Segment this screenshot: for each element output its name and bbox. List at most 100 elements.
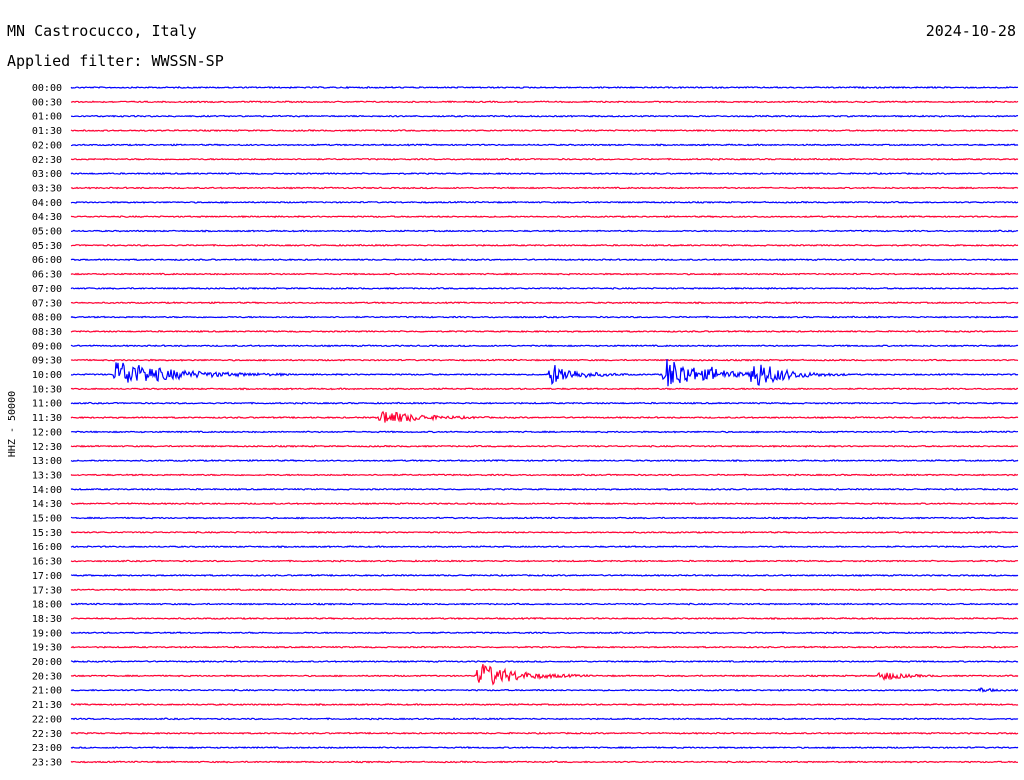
trace-line xyxy=(70,200,1019,204)
row-time-label: 04:00 xyxy=(32,198,62,209)
row-time-label: 19:30 xyxy=(32,643,62,654)
row-time-label: 14:00 xyxy=(32,485,62,496)
trace-line xyxy=(70,573,1019,577)
row-time-label: 03:00 xyxy=(32,169,62,180)
trace-line xyxy=(70,171,1019,176)
row-time-label: 02:30 xyxy=(32,155,62,166)
trace-line xyxy=(70,315,1019,319)
row-time-label: 00:00 xyxy=(32,83,62,94)
trace-line xyxy=(70,229,1019,233)
trace-line xyxy=(70,631,1019,635)
trace-line xyxy=(70,272,1019,276)
row-time-label: 10:00 xyxy=(32,370,62,381)
trace-rows: 00:00 00:30 01:00 01:30 02:00 02:30 03:00 03:30… xyxy=(32,83,1019,768)
row-time-label: 13:30 xyxy=(32,470,62,481)
row-time-label: 12:00 xyxy=(32,427,62,438)
trace-line xyxy=(70,410,1019,423)
row-time-label: 20:30 xyxy=(32,671,62,682)
row-time-label: 01:30 xyxy=(32,126,62,137)
row-time-label: 00:30 xyxy=(32,97,62,108)
row-time-label: 07:00 xyxy=(32,284,62,295)
row-time-label: 19:00 xyxy=(32,628,62,639)
trace-line xyxy=(70,559,1019,563)
row-time-label: 23:00 xyxy=(32,743,62,754)
trace-line xyxy=(70,286,1019,290)
trace-line xyxy=(70,430,1019,434)
trace-line xyxy=(70,258,1019,262)
trace-line xyxy=(70,502,1019,506)
row-time-label: 02:00 xyxy=(32,140,62,151)
station-title: MN Castrocucco, Italy xyxy=(7,22,197,40)
trace-line xyxy=(70,731,1019,735)
trace-line xyxy=(70,487,1019,491)
trace-line xyxy=(70,516,1018,520)
trace-line xyxy=(70,660,1019,664)
row-time-label: 18:30 xyxy=(32,614,62,625)
row-time-label: 10:30 xyxy=(32,384,62,395)
row-time-label: 01:00 xyxy=(32,112,62,123)
channel-axis-label: HHZ - 50000 xyxy=(7,391,18,457)
trace-line xyxy=(70,358,1019,362)
trace-line xyxy=(70,703,1019,707)
trace-line xyxy=(70,663,1019,686)
trace-line xyxy=(70,329,1019,334)
trace-line xyxy=(70,114,1019,118)
row-time-label: 14:30 xyxy=(32,499,62,510)
trace-line xyxy=(70,387,1019,391)
row-time-label: 11:30 xyxy=(32,413,62,424)
row-time-label: 11:00 xyxy=(32,399,62,410)
trace-line xyxy=(70,459,1019,463)
row-time-label: 09:30 xyxy=(32,356,62,367)
trace-line xyxy=(70,100,1019,104)
row-time-label: 03:30 xyxy=(32,183,62,194)
row-time-label: 22:30 xyxy=(32,729,62,740)
trace-line xyxy=(70,473,1019,477)
trace-line xyxy=(70,215,1019,219)
trace-line xyxy=(70,687,1019,693)
trace-line xyxy=(70,616,1019,621)
trace-line xyxy=(70,530,1019,534)
trace-line xyxy=(70,545,1019,549)
trace-line xyxy=(70,344,1019,348)
trace-line xyxy=(70,444,1019,448)
row-time-label: 07:30 xyxy=(32,298,62,309)
row-time-label: 15:00 xyxy=(32,514,62,525)
row-time-label: 13:00 xyxy=(32,456,62,467)
row-time-label: 04:30 xyxy=(32,212,62,223)
row-time-label: 20:00 xyxy=(32,657,62,668)
row-time-label: 05:30 xyxy=(32,241,62,252)
row-time-label: 05:00 xyxy=(32,227,62,238)
trace-line xyxy=(70,143,1019,147)
row-time-label: 08:00 xyxy=(32,313,62,324)
row-time-label: 18:00 xyxy=(32,600,62,611)
trace-line xyxy=(70,602,1019,606)
helicorder-chart: MN Castrocucco, Italy 2024-10-28 Applied… xyxy=(7,22,1019,768)
trace-line xyxy=(70,588,1019,592)
row-time-label: 16:00 xyxy=(32,542,62,553)
trace-line xyxy=(70,760,1019,764)
row-time-label: 12:30 xyxy=(32,442,62,453)
filter-label: Applied filter: WWSSN-SP xyxy=(7,52,224,70)
trace-line xyxy=(70,745,1019,750)
trace-line xyxy=(70,401,1019,405)
trace-line xyxy=(70,243,1019,247)
row-time-label: 06:00 xyxy=(32,255,62,266)
row-time-label: 08:30 xyxy=(32,327,62,338)
trace-line xyxy=(70,301,1019,305)
trace-line xyxy=(70,157,1019,161)
row-time-label: 21:00 xyxy=(32,686,62,697)
row-time-label: 06:30 xyxy=(32,270,62,281)
trace-line xyxy=(70,645,1019,649)
row-time-label: 16:30 xyxy=(32,557,62,568)
row-time-label: 17:00 xyxy=(32,571,62,582)
row-time-label: 23:30 xyxy=(32,757,62,768)
trace-line xyxy=(70,186,1019,190)
date-label: 2024-10-28 xyxy=(926,22,1016,40)
trace-line xyxy=(70,85,1019,90)
row-time-label: 15:30 xyxy=(32,528,62,539)
trace-line xyxy=(70,717,1019,721)
row-time-label: 09:00 xyxy=(32,341,62,352)
trace-line xyxy=(70,128,1019,133)
row-time-label: 21:30 xyxy=(32,700,62,711)
row-time-label: 22:00 xyxy=(32,714,62,725)
